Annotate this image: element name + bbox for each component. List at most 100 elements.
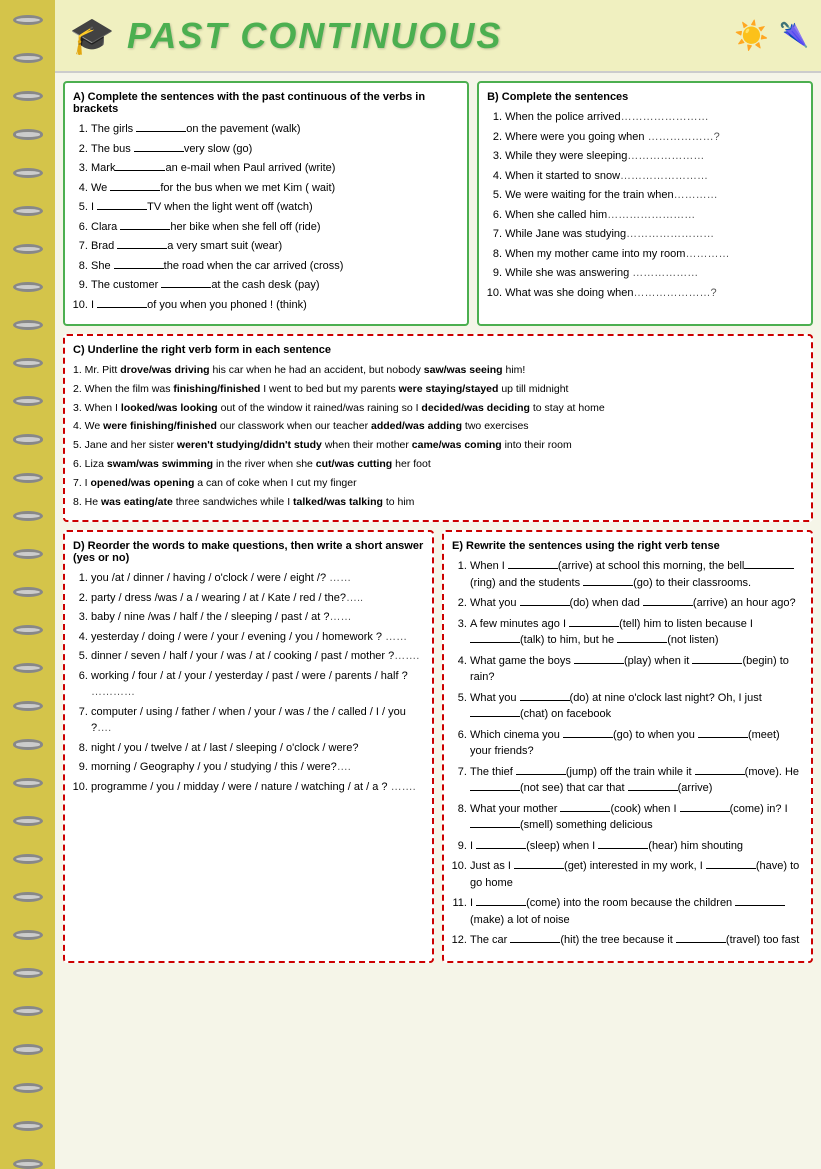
list-item: Just as I (get) interested in my work, I… bbox=[470, 858, 803, 891]
spiral-ring bbox=[13, 320, 43, 330]
spiral-ring bbox=[13, 778, 43, 788]
list-item: 1. Mr. Pitt drove/was driving his car wh… bbox=[73, 362, 803, 379]
blank bbox=[161, 287, 211, 288]
spiral-ring bbox=[13, 434, 43, 444]
list-item: programme / you / midday / were / nature… bbox=[91, 779, 424, 796]
section-b: B) Complete the sentences When the polic… bbox=[477, 81, 813, 326]
spiral-ring bbox=[13, 625, 43, 635]
blank bbox=[120, 229, 170, 230]
list-item: I TV when the light went off (watch) bbox=[91, 199, 459, 216]
blank bbox=[97, 209, 147, 210]
list-item: When my mother came into my room………… bbox=[505, 246, 803, 263]
list-item: working / four / at / your / yesterday /… bbox=[91, 668, 424, 701]
blank bbox=[134, 151, 184, 152]
list-item: Which cinema you (go) to when you (meet)… bbox=[470, 727, 803, 760]
umbrella-decoration: 🌂 bbox=[779, 21, 809, 50]
blank bbox=[97, 307, 147, 308]
section-e-title: E) Rewrite the sentences using the right… bbox=[452, 540, 803, 552]
spiral-binding bbox=[0, 0, 55, 1169]
spiral-ring bbox=[13, 968, 43, 978]
list-item: The thief (jump) off the train while it … bbox=[470, 764, 803, 797]
list-item: Where were you going when ………………? bbox=[505, 129, 803, 146]
section-b-list: When the police arrived…………………… Where we… bbox=[487, 109, 803, 301]
section-a-list: The girls on the pavement (walk) The bus… bbox=[73, 121, 459, 313]
list-item: Markan e-mail when Paul arrived (write) bbox=[91, 160, 459, 177]
spiral-ring bbox=[13, 1083, 43, 1093]
list-item: She the road when the car arrived (cross… bbox=[91, 258, 459, 275]
spiral-ring bbox=[13, 396, 43, 406]
list-item: I (sleep) when I (hear) him shouting bbox=[470, 838, 803, 855]
list-item: 2. When the film was finishing/finished … bbox=[73, 381, 803, 398]
section-c-content: 1. Mr. Pitt drove/was driving his car wh… bbox=[73, 362, 803, 510]
list-item: dinner / seven / half / your / was / at … bbox=[91, 648, 424, 665]
spiral-ring bbox=[13, 282, 43, 292]
list-item: party / dress /was / a / wearing / at / … bbox=[91, 590, 424, 607]
spiral-ring bbox=[13, 168, 43, 178]
list-item: I of you when you phoned ! (think) bbox=[91, 297, 459, 314]
section-a: A) Complete the sentences with the past … bbox=[63, 81, 469, 326]
spiral-ring bbox=[13, 739, 43, 749]
list-item: 4. We were finishing/finished our classw… bbox=[73, 418, 803, 435]
list-item: morning / Geography / you / studying / t… bbox=[91, 759, 424, 776]
list-item: The customer at the cash desk (pay) bbox=[91, 277, 459, 294]
spiral-ring bbox=[13, 1159, 43, 1169]
section-a-title: A) Complete the sentences with the past … bbox=[73, 91, 459, 115]
section-d: D) Reorder the words to make questions, … bbox=[63, 530, 434, 963]
list-item: While she was answering ……………… bbox=[505, 265, 803, 282]
list-item: While Jane was studying…………………… bbox=[505, 226, 803, 243]
section-b-title: B) Complete the sentences bbox=[487, 91, 803, 103]
sun-decoration: ☀️ bbox=[734, 19, 769, 52]
list-item: 3. When I looked/was looking out of the … bbox=[73, 400, 803, 417]
list-item: Brad a very smart suit (wear) bbox=[91, 238, 459, 255]
spiral-ring bbox=[13, 53, 43, 63]
list-item: yesterday / doing / were / your / evenin… bbox=[91, 629, 424, 646]
list-item: The bus very slow (go) bbox=[91, 141, 459, 158]
blank bbox=[114, 268, 164, 269]
teacher-icon: 🎓 bbox=[67, 8, 117, 63]
spiral-ring bbox=[13, 1006, 43, 1016]
header: 🎓 PAST CONTINUOUS ☀️ 🌂 bbox=[55, 0, 821, 73]
list-item: What you (do) when dad (arrive) an hour … bbox=[470, 595, 803, 612]
list-item: computer / using / father / when / your … bbox=[91, 704, 424, 737]
list-item: When she called him…………………… bbox=[505, 207, 803, 224]
list-item: I (come) into the room because the child… bbox=[470, 895, 803, 928]
page-title: PAST CONTINUOUS bbox=[127, 15, 502, 57]
list-item: Clara her bike when she fell off (ride) bbox=[91, 219, 459, 236]
section-c-title: C) Underline the right verb form in each… bbox=[73, 344, 803, 356]
spiral-ring bbox=[13, 701, 43, 711]
list-item: While they were sleeping………………… bbox=[505, 148, 803, 165]
list-item: The car (hit) the tree because it (trave… bbox=[470, 932, 803, 949]
list-item: you /at / dinner / having / o'clock / we… bbox=[91, 570, 424, 587]
list-item: When I (arrive) at school this morning, … bbox=[470, 558, 803, 591]
spiral-ring bbox=[13, 930, 43, 940]
list-item: We for the bus when we met Kim ( wait) bbox=[91, 180, 459, 197]
spiral-ring bbox=[13, 892, 43, 902]
list-item: night / you / twelve / at / last / sleep… bbox=[91, 740, 424, 757]
spiral-ring bbox=[13, 91, 43, 101]
list-item: When the police arrived…………………… bbox=[505, 109, 803, 126]
blank bbox=[117, 248, 167, 249]
section-d-list: you /at / dinner / having / o'clock / we… bbox=[73, 570, 424, 795]
list-item: The girls on the pavement (walk) bbox=[91, 121, 459, 138]
spiral-ring bbox=[13, 473, 43, 483]
list-item: 8. He was eating/ate three sandwiches wh… bbox=[73, 494, 803, 511]
header-left: 🎓 PAST CONTINUOUS bbox=[67, 8, 502, 63]
spiral-ring bbox=[13, 549, 43, 559]
list-item: What was she doing when…………………? bbox=[505, 285, 803, 302]
section-d-title: D) Reorder the words to make questions, … bbox=[73, 540, 424, 564]
header-right: ☀️ 🌂 bbox=[734, 19, 809, 52]
blank bbox=[115, 170, 165, 171]
spiral-ring bbox=[13, 206, 43, 216]
spiral-ring bbox=[13, 1121, 43, 1131]
spiral-ring bbox=[13, 587, 43, 597]
spiral-ring bbox=[13, 244, 43, 254]
section-e-list: When I (arrive) at school this morning, … bbox=[452, 558, 803, 949]
list-item: What game the boys (play) when it (begin… bbox=[470, 653, 803, 686]
row-de: D) Reorder the words to make questions, … bbox=[63, 530, 813, 963]
list-item: 5. Jane and her sister weren't studying/… bbox=[73, 437, 803, 454]
list-item: What you (do) at nine o'clock last night… bbox=[470, 690, 803, 723]
list-item: 6. Liza swam/was swimming in the river w… bbox=[73, 456, 803, 473]
row-ab: A) Complete the sentences with the past … bbox=[63, 81, 813, 326]
spiral-ring bbox=[13, 663, 43, 673]
spiral-ring bbox=[13, 358, 43, 368]
